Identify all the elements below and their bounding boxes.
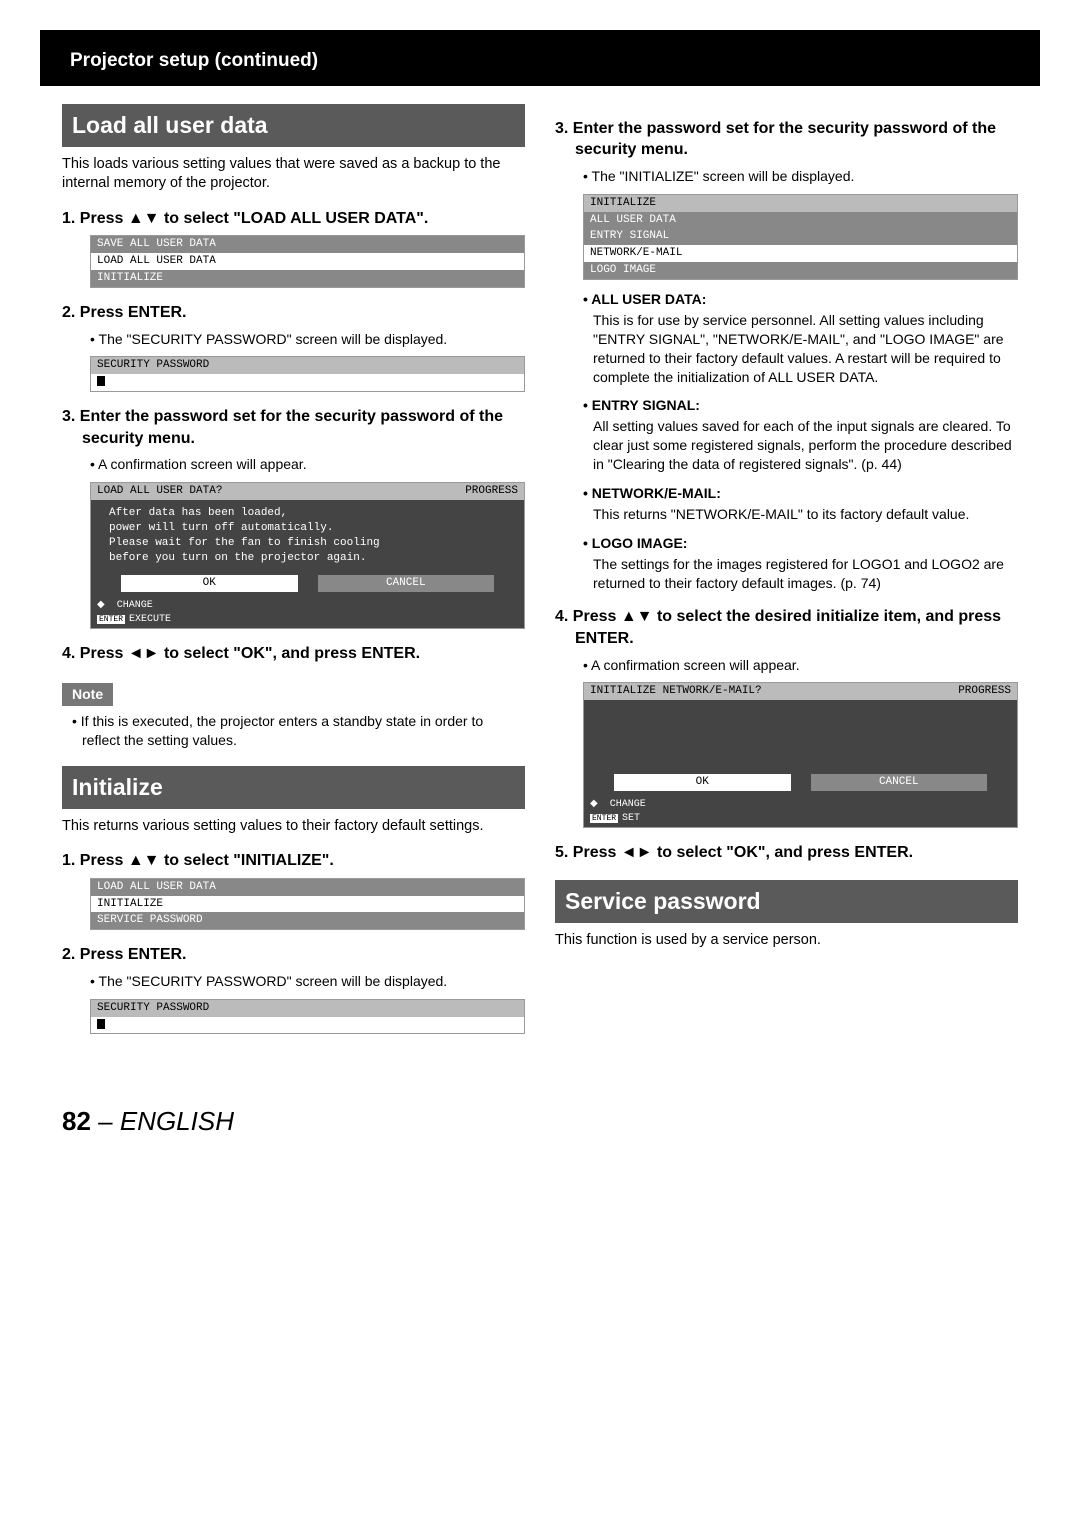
- step-4: 4. Press ▲▼ to select the desired initia…: [555, 606, 1018, 649]
- osd-initialize-menu: INITIALIZE ALL USER DATA ENTRY SIGNAL NE…: [583, 194, 1018, 280]
- osd-input-row: [91, 374, 524, 391]
- osd-row: SERVICE PASSWORD: [91, 912, 524, 929]
- cursor-icon: [97, 1019, 105, 1029]
- ok-button: OK: [121, 575, 298, 592]
- dialog-body: After data has been loaded, power will t…: [91, 500, 524, 571]
- cancel-button: CANCEL: [811, 774, 988, 791]
- dialog-body: [584, 700, 1017, 770]
- osd-row: ENTRY SIGNAL: [584, 228, 1017, 245]
- arrow-icon: ◆: [97, 599, 105, 610]
- left-column: Load all user data This loads various se…: [62, 104, 525, 1045]
- osd-row: INITIALIZE: [91, 270, 524, 287]
- intro-text: This loads various setting values that w…: [62, 155, 525, 194]
- def-term: ENTRY SIGNAL:: [583, 396, 1018, 415]
- hint-set: ENTERSET: [590, 812, 1011, 826]
- content-columns: Load all user data This loads various se…: [0, 104, 1080, 1045]
- cursor-icon: [97, 376, 105, 386]
- osd-row: SAVE ALL USER DATA: [91, 236, 524, 253]
- step-2: 2. Press ENTER.: [62, 944, 525, 966]
- bullet: The "SECURITY PASSWORD" screen will be d…: [90, 972, 525, 991]
- osd-input-row: [91, 1017, 524, 1034]
- def-desc: This returns "NETWORK/E-MAIL" to its fac…: [583, 505, 1018, 524]
- step-sub: The "SECURITY PASSWORD" screen will be d…: [62, 972, 525, 991]
- dialog-title: LOAD ALL USER DATA?: [97, 484, 222, 499]
- dialog-buttons: OK CANCEL: [91, 575, 524, 592]
- osd-row-selected: LOAD ALL USER DATA: [91, 253, 524, 270]
- osd-row: LOGO IMAGE: [584, 262, 1017, 279]
- step-3: 3. Enter the password set for the securi…: [62, 406, 525, 449]
- definitions-list: ALL USER DATA: This is for use by servic…: [555, 290, 1018, 592]
- osd-menu-list: SAVE ALL USER DATA LOAD ALL USER DATA IN…: [90, 235, 525, 288]
- cancel-button: CANCEL: [318, 575, 495, 592]
- note-list: If this is executed, the projector enter…: [62, 712, 525, 750]
- dialog-title: INITIALIZE NETWORK/E-MAIL?: [590, 684, 762, 699]
- dialog-footer: ◆ CHANGE ENTEREXECUTE: [91, 596, 524, 628]
- def-desc: This is for use by service personnel. Al…: [583, 311, 1018, 387]
- def-desc: The settings for the images registered f…: [583, 555, 1018, 593]
- dialog-footer: ◆ CHANGE ENTERSET: [584, 795, 1017, 827]
- note-label: Note: [62, 683, 113, 706]
- intro-text: This function is used by a service perso…: [555, 931, 1018, 951]
- def-term: ALL USER DATA:: [583, 290, 1018, 309]
- page-footer: 82 – ENGLISH: [0, 1044, 1080, 1149]
- dialog-line: power will turn off automatically.: [109, 521, 506, 536]
- heading-service-password: Service password: [555, 880, 1018, 923]
- step-3: 3. Enter the password set for the securi…: [555, 118, 1018, 161]
- manual-page: Projector setup (continued) Load all use…: [0, 0, 1080, 1170]
- osd-security-password: SECURITY PASSWORD: [90, 356, 525, 392]
- osd-row-selected: INITIALIZE: [91, 896, 524, 913]
- def-term: LOGO IMAGE:: [583, 534, 1018, 553]
- heading-load-all-user-data: Load all user data: [62, 104, 525, 147]
- def-term: NETWORK/E-MAIL:: [583, 484, 1018, 503]
- bullet: A confirmation screen will appear.: [583, 656, 1018, 675]
- def-desc: All setting values saved for each of the…: [583, 417, 1018, 474]
- step-sub: A confirmation screen will appear.: [555, 656, 1018, 675]
- step-sub: The "SECURITY PASSWORD" screen will be d…: [62, 330, 525, 349]
- dialog-line: After data has been loaded,: [109, 506, 506, 521]
- footer-sep: –: [91, 1106, 120, 1136]
- step-2: 2. Press ENTER.: [62, 302, 525, 324]
- step-5: 5. Press ◄► to select "OK", and press EN…: [555, 842, 1018, 864]
- osd-confirmation-dialog: LOAD ALL USER DATA? PROGRESS After data …: [90, 482, 525, 629]
- right-column: 3. Enter the password set for the securi…: [555, 104, 1018, 1045]
- hint-change: ◆ CHANGE: [590, 797, 1011, 812]
- osd-menu-list: LOAD ALL USER DATA INITIALIZE SERVICE PA…: [90, 878, 525, 931]
- dialog-buttons: OK CANCEL: [584, 774, 1017, 791]
- hint-execute: ENTEREXECUTE: [97, 613, 518, 627]
- osd-row: LOAD ALL USER DATA: [91, 879, 524, 896]
- osd-row-selected: NETWORK/E-MAIL: [584, 245, 1017, 262]
- osd-header: INITIALIZE: [584, 195, 1017, 212]
- enter-key-icon: ENTER: [590, 814, 618, 823]
- section-header: Projector setup (continued): [40, 30, 1040, 86]
- ok-button: OK: [614, 774, 791, 791]
- dialog-line: before you turn on the projector again.: [109, 551, 506, 566]
- language-label: ENGLISH: [120, 1106, 234, 1136]
- step-1: 1. Press ▲▼ to select "INITIALIZE".: [62, 850, 525, 872]
- bullet: The "INITIALIZE" screen will be displaye…: [583, 167, 1018, 186]
- enter-key-icon: ENTER: [97, 615, 125, 624]
- bullet: The "SECURITY PASSWORD" screen will be d…: [90, 330, 525, 349]
- dialog-progress: PROGRESS: [465, 484, 518, 499]
- osd-header: SECURITY PASSWORD: [91, 357, 524, 374]
- osd-confirmation-dialog: INITIALIZE NETWORK/E-MAIL? PROGRESS OK C…: [583, 682, 1018, 828]
- intro-text: This returns various setting values to t…: [62, 817, 525, 837]
- note-item: If this is executed, the projector enter…: [72, 712, 525, 750]
- dialog-line: Please wait for the fan to finish coolin…: [109, 536, 506, 551]
- section-title: Projector setup (continued): [70, 48, 1010, 74]
- step-4: 4. Press ◄► to select "OK", and press EN…: [62, 643, 525, 665]
- bullet: A confirmation screen will appear.: [90, 455, 525, 474]
- step-1: 1. Press ▲▼ to select "LOAD ALL USER DAT…: [62, 208, 525, 230]
- step-sub: The "INITIALIZE" screen will be displaye…: [555, 167, 1018, 186]
- osd-dialog-header: LOAD ALL USER DATA? PROGRESS: [91, 483, 524, 500]
- arrow-icon: ◆: [590, 798, 598, 809]
- step-sub: A confirmation screen will appear.: [62, 455, 525, 474]
- osd-dialog-header: INITIALIZE NETWORK/E-MAIL? PROGRESS: [584, 683, 1017, 700]
- dialog-progress: PROGRESS: [958, 684, 1011, 699]
- page-number: 82: [62, 1106, 91, 1136]
- osd-header: SECURITY PASSWORD: [91, 1000, 524, 1017]
- heading-initialize: Initialize: [62, 766, 525, 809]
- osd-row: ALL USER DATA: [584, 212, 1017, 229]
- osd-security-password: SECURITY PASSWORD: [90, 999, 525, 1035]
- hint-change: ◆ CHANGE: [97, 598, 518, 613]
